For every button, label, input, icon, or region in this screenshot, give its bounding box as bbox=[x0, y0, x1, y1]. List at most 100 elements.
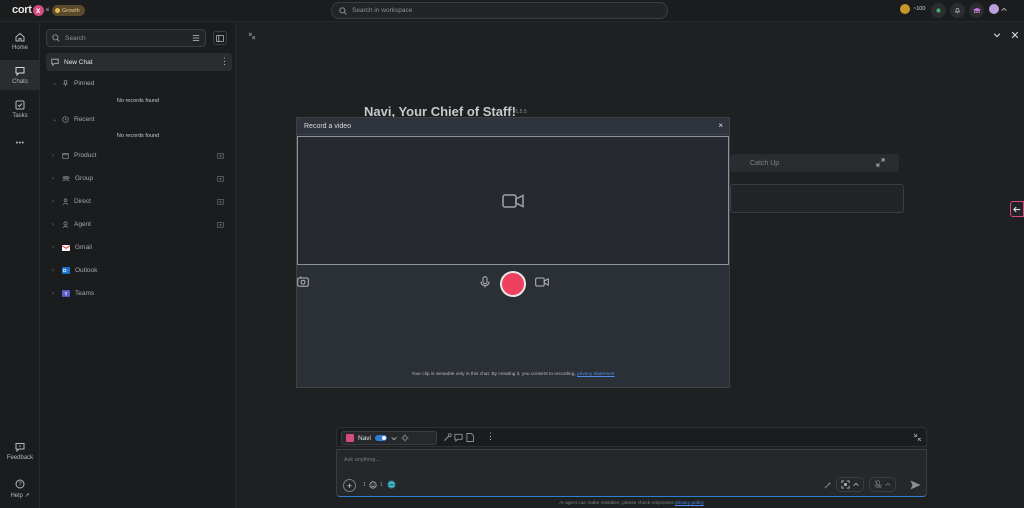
composer-toolbar: Navi ⋮ bbox=[336, 427, 927, 447]
user-icon bbox=[62, 198, 69, 205]
tools-icon[interactable] bbox=[443, 433, 452, 442]
app-logo[interactable]: cort x ai bbox=[12, 4, 49, 16]
section-product[interactable]: › Product bbox=[52, 152, 224, 159]
catch-up-button[interactable]: Catch Up bbox=[730, 154, 899, 172]
gmail-icon bbox=[62, 244, 70, 251]
workspace-search[interactable]: Search in workspace bbox=[331, 2, 668, 19]
teams-icon: T bbox=[62, 290, 70, 297]
screen-capture-control[interactable] bbox=[836, 477, 864, 492]
dialog-title: Record a video bbox=[304, 122, 352, 130]
emoji-icon[interactable] bbox=[369, 481, 377, 489]
section-group[interactable]: › Group bbox=[52, 175, 224, 182]
graduation-cap-icon bbox=[972, 7, 981, 13]
add-folder-icon[interactable] bbox=[217, 175, 224, 182]
section-label: Recent bbox=[74, 116, 95, 123]
rail-more-button[interactable]: ••• bbox=[0, 140, 40, 147]
status-button[interactable] bbox=[931, 3, 946, 18]
rail-label-home: Home bbox=[11, 45, 28, 51]
document-icon[interactable] bbox=[466, 433, 474, 442]
logo-suffix: ai bbox=[45, 7, 50, 13]
comment-icon[interactable] bbox=[454, 433, 463, 442]
section-direct[interactable]: › Direct bbox=[52, 198, 224, 205]
microphone-icon[interactable] bbox=[480, 276, 490, 288]
new-chat-item[interactable]: New Chat ⋮ bbox=[46, 53, 232, 71]
section-recent[interactable]: ⌄ Recent bbox=[52, 116, 224, 123]
section-outlook[interactable]: › Outlook bbox=[52, 267, 224, 274]
section-gmail[interactable]: › Gmail bbox=[52, 244, 224, 251]
new-chat-icon bbox=[51, 58, 59, 66]
record-video-dialog: Record a video × Your clip is viewable o… bbox=[296, 117, 730, 388]
chevron-up-icon bbox=[885, 482, 891, 486]
credits-counter[interactable]: ~100 bbox=[900, 4, 925, 14]
section-agent[interactable]: › Agent bbox=[52, 221, 224, 228]
add-folder-icon[interactable] bbox=[217, 221, 224, 228]
add-folder-icon[interactable] bbox=[217, 152, 224, 159]
rail-item-home[interactable]: Home bbox=[0, 28, 40, 54]
background-text-area[interactable] bbox=[730, 184, 904, 213]
sidebar-search[interactable]: Search bbox=[46, 29, 206, 47]
chevron-right-icon: › bbox=[52, 152, 54, 159]
logo-text: cort bbox=[12, 4, 32, 16]
rail-item-tasks[interactable]: Tasks bbox=[0, 98, 40, 124]
emoji-count: 1 bbox=[380, 482, 384, 488]
dialog-close-button[interactable]: × bbox=[718, 121, 723, 130]
sidebar-search-placeholder: Search bbox=[65, 34, 86, 42]
globe-icon[interactable] bbox=[387, 480, 396, 489]
chevron-down-icon: ⌄ bbox=[52, 81, 58, 87]
chevron-right-icon: › bbox=[52, 175, 54, 182]
section-label: Teams bbox=[75, 290, 95, 297]
plan-badge-label: Growth bbox=[62, 7, 80, 14]
target-icon[interactable] bbox=[401, 434, 409, 442]
video-preview bbox=[297, 136, 729, 265]
rail-item-help[interactable]: ? Help ↗ bbox=[0, 479, 40, 499]
side-panel-toggle[interactable] bbox=[1010, 201, 1024, 217]
sidebar-toggle-button[interactable] bbox=[213, 31, 227, 45]
chevron-right-icon: › bbox=[52, 244, 54, 251]
panel-icon bbox=[216, 34, 224, 42]
add-attachment-button[interactable]: + bbox=[343, 479, 356, 492]
chevron-up-icon bbox=[853, 482, 859, 486]
camera-toggle-icon[interactable] bbox=[535, 277, 549, 287]
more-vertical-icon[interactable]: ⋮ bbox=[220, 57, 229, 66]
record-button[interactable] bbox=[500, 271, 526, 297]
new-chat-label: New Chat bbox=[64, 58, 93, 66]
section-pinned[interactable]: ⌄ Pinned bbox=[52, 80, 224, 87]
add-folder-icon[interactable] bbox=[217, 198, 224, 205]
collapse-icon[interactable] bbox=[913, 433, 922, 442]
close-icon[interactable] bbox=[1011, 31, 1019, 39]
agent-selector[interactable]: Navi bbox=[341, 431, 437, 445]
agent-icon bbox=[62, 221, 69, 228]
plan-badge[interactable]: Growth bbox=[52, 5, 85, 16]
rail-item-feedback[interactable]: Feedback bbox=[0, 442, 40, 461]
rail-item-chats[interactable]: Chats bbox=[0, 60, 40, 90]
screen-capture-icon bbox=[841, 480, 850, 489]
rail-label-tasks: Tasks bbox=[12, 113, 28, 119]
screenshot-icon[interactable] bbox=[297, 276, 309, 287]
ai-disclaimer: AI agent can make mistakes, please check… bbox=[336, 501, 927, 506]
plan-dot-icon bbox=[55, 8, 60, 13]
agent-toggle[interactable] bbox=[375, 435, 388, 441]
feedback-icon bbox=[15, 443, 25, 452]
notifications-button[interactable] bbox=[950, 3, 965, 18]
voice-input-control[interactable] bbox=[869, 477, 896, 492]
privacy-statement-link[interactable]: privacy statement bbox=[577, 372, 615, 377]
filter-icon[interactable] bbox=[192, 34, 200, 42]
empty-state-pinned: No records found bbox=[116, 98, 160, 104]
magic-wand-icon[interactable] bbox=[824, 481, 832, 489]
chevron-down-icon bbox=[391, 436, 397, 440]
message-input[interactable] bbox=[344, 457, 744, 463]
chevron-down-icon[interactable] bbox=[993, 31, 1001, 39]
bell-icon bbox=[954, 8, 961, 14]
academy-button[interactable] bbox=[969, 3, 984, 18]
profile-menu[interactable] bbox=[989, 4, 1007, 14]
avatar bbox=[989, 4, 999, 14]
expand-icon[interactable] bbox=[876, 158, 885, 167]
collapse-icon[interactable] bbox=[248, 32, 256, 40]
more-vertical-icon[interactable]: ⋮ bbox=[486, 431, 495, 441]
agent-name: Navi bbox=[358, 434, 372, 442]
send-icon[interactable] bbox=[910, 480, 921, 490]
help-icon: ? bbox=[15, 479, 25, 489]
logo-x: x bbox=[32, 4, 44, 16]
section-teams[interactable]: › T Teams bbox=[52, 290, 224, 297]
privacy-policy-link[interactable]: privacy policy bbox=[675, 501, 704, 506]
